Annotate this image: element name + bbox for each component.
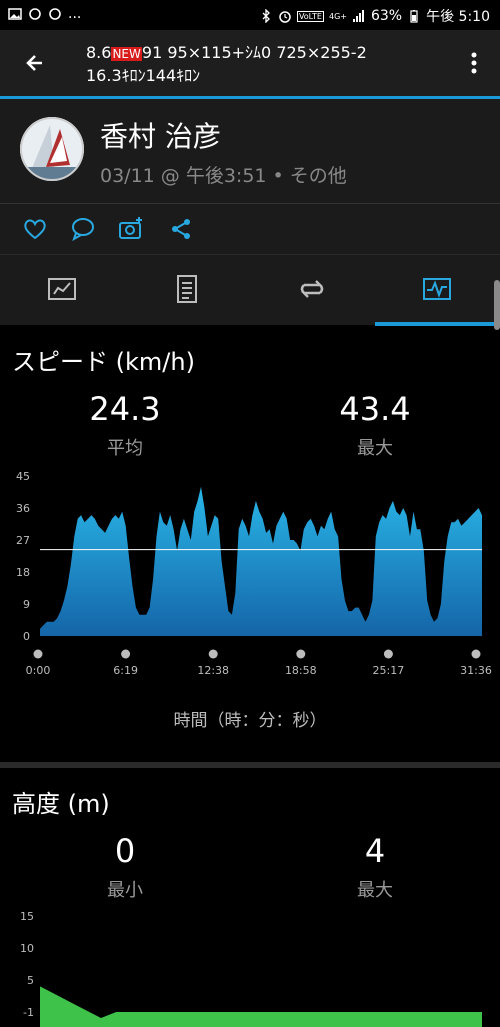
details-document-icon: [177, 275, 197, 303]
app-bar: 8.6NEW91 95×115+ｼﾑ0 725×255-2 16.3ｷﾛﾝ144…: [0, 30, 500, 96]
speed-area-series: [40, 486, 482, 636]
altitude-max-label: 最大: [357, 880, 393, 901]
altitude-y-tick-label: 15: [20, 910, 34, 923]
speed-x-tick-marker: [33, 649, 43, 659]
speed-y-tick-label: 18: [16, 566, 30, 579]
sync-icon-2: [49, 8, 61, 20]
speed-y-tick-label: 0: [23, 630, 30, 643]
speed-y-tick-label: 27: [16, 534, 30, 547]
speed-x-tick-marker: [121, 649, 131, 659]
like-heart-icon[interactable]: [22, 216, 48, 242]
more-options-icon[interactable]: [464, 50, 484, 76]
user-name: 香村 治彦: [100, 120, 221, 153]
scroll-indicator[interactable]: [494, 280, 500, 330]
new-badge: NEW: [111, 47, 142, 61]
gallery-icon: [8, 8, 22, 20]
battery-percent: 63%: [370, 8, 403, 24]
tab-laps[interactable]: [250, 255, 375, 325]
more-notifications-icon: ...: [68, 6, 82, 22]
speed-avg-value: 24.3: [89, 390, 161, 428]
social-actions: [0, 204, 500, 254]
avatar[interactable]: [20, 117, 84, 181]
activity-title: 8.6NEW91 95×115+ｼﾑ0 725×255-2 16.3ｷﾛﾝ144…: [86, 43, 367, 85]
speed-x-tick-label: 18:58: [285, 664, 317, 677]
altitude-max-value: 4: [364, 832, 386, 870]
speed-y-tick-label: 45: [16, 470, 30, 483]
speed-x-tick-marker: [383, 649, 393, 659]
section-separator: [0, 762, 500, 768]
bluetooth-icon: [262, 9, 270, 23]
clock: 午後 5:10: [426, 9, 490, 25]
speed-x-tick-marker: [471, 649, 481, 659]
windsurf-photo: [20, 117, 84, 181]
altitude-y-tick-label: 5: [27, 974, 34, 987]
active-tab-indicator: [375, 322, 500, 326]
tab-charts[interactable]: [375, 255, 500, 325]
speed-y-tick-label: 9: [23, 598, 30, 611]
share-icon[interactable]: [168, 216, 194, 242]
speed-section-title: スピード (km/h): [12, 348, 195, 376]
altitude-chart: 15 10 5 -1: [20, 910, 482, 1027]
battery-icon: [410, 10, 418, 23]
laps-repeat-icon: [300, 280, 324, 298]
comment-icon[interactable]: [70, 216, 96, 242]
speed-max-value: 43.4: [339, 390, 411, 428]
speed-x-tick-marker: [208, 649, 218, 659]
activity-header: 香村 治彦 03/11 @ 午後3:51 • その他: [0, 99, 500, 203]
speed-max-label: 最大: [357, 438, 393, 459]
activity-date-type: 03/11 @ 午後3:51 • その他: [100, 165, 347, 187]
speed-x-tick-label: 0:00: [26, 664, 51, 677]
speed-x-tick-label: 12:38: [197, 664, 229, 677]
tab-overview[interactable]: [0, 255, 125, 325]
overview-icon: [48, 278, 76, 300]
speed-y-tick-label: 36: [16, 502, 30, 515]
volte-icon: VoLTE: [296, 10, 324, 22]
speed-chart: 45 36 27 18 9 0 0:00 6:19 12:38 18:58 25:17 31:36: [16, 470, 492, 677]
altitude-min-value: 0: [114, 832, 136, 870]
lte-indicator: 4G+: [328, 11, 347, 21]
speed-x-tick-label: 31:36: [460, 664, 492, 677]
altitude-min-label: 最小: [107, 880, 143, 901]
speed-x-axis-title: 時間（時：分：秒）: [173, 711, 327, 731]
altitude-section-title: 高度 (m): [12, 790, 110, 818]
altitude-y-tick-label: -1: [23, 1006, 34, 1019]
altitude-area-series: [40, 986, 482, 1027]
tab-details[interactable]: [125, 255, 250, 325]
add-photo-icon[interactable]: [118, 216, 144, 242]
speed-x-tick-label: 25:17: [373, 664, 405, 677]
status-bar: ... VoLTE 4G+ 63% 午後 5:10: [0, 0, 500, 30]
alarm-icon: [279, 11, 291, 23]
charts-icon: [423, 278, 451, 300]
sync-icon: [29, 8, 41, 20]
speed-avg-label: 平均: [107, 438, 143, 459]
back-arrow-icon[interactable]: [20, 48, 50, 78]
activity-tabs: [0, 255, 500, 325]
signal-icon: [352, 10, 364, 22]
altitude-y-tick-label: 10: [20, 942, 34, 955]
speed-x-tick-marker: [296, 649, 306, 659]
speed-x-tick-label: 6:19: [113, 664, 138, 677]
